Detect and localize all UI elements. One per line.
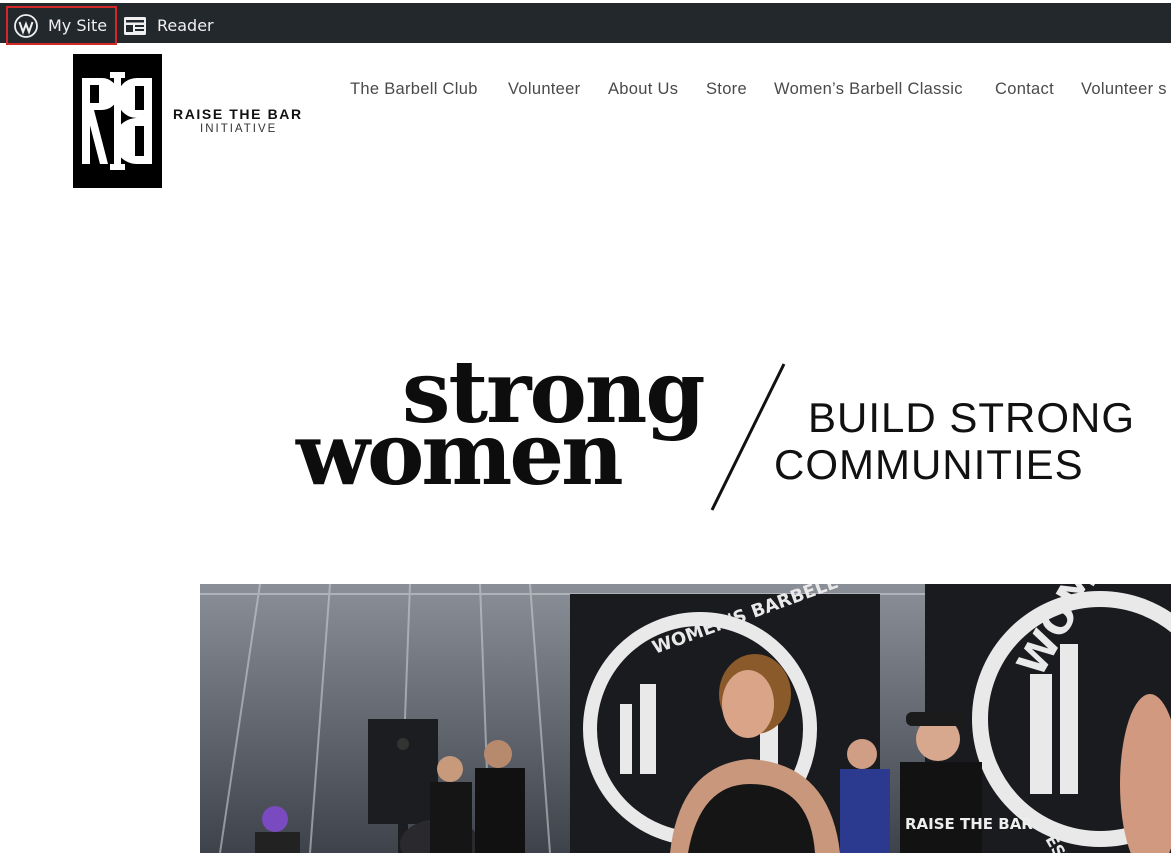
site-logo[interactable] (73, 54, 162, 188)
hero-line-build-strong: BUILD STRONG (808, 394, 1136, 441)
reader-button[interactable]: Reader (123, 6, 214, 45)
logo-title[interactable]: RAISE THE BAR (173, 106, 303, 122)
nav-item-barbell-club[interactable]: The Barbell Club (350, 80, 478, 99)
reader-icon (124, 16, 146, 35)
reader-label: Reader (157, 16, 214, 35)
wordpress-icon (14, 13, 38, 38)
nav-item-volunteer[interactable]: Volunteer (508, 80, 580, 99)
nav-item-volunteer-signup[interactable]: Volunteer s (1081, 80, 1167, 99)
nav-item-about-us[interactable]: About Us (608, 80, 678, 99)
rtb-monogram-icon (73, 54, 162, 188)
event-photo-illustration: WOMEN'S BARBELL WOM EST RAISE THE BAR (200, 584, 1171, 853)
admin-bar: My Site Reader (0, 0, 1171, 45)
nav-item-contact[interactable]: Contact (995, 80, 1054, 99)
shirt-text: RAISE THE BAR (905, 815, 1033, 833)
my-site-label: My Site (48, 16, 108, 35)
hero-line-communities: COMMUNITIES (774, 441, 1084, 488)
nav-item-store[interactable]: Store (706, 80, 747, 99)
logo-subtitle[interactable]: INITIATIVE (200, 123, 277, 135)
nav-item-womens-barbell-classic[interactable]: Women’s Barbell Classic (774, 80, 963, 99)
my-site-button[interactable]: My Site (6, 6, 117, 45)
hero-tagline: strong women BUILD STRONG COMMUNITIES (290, 350, 1171, 515)
hero-word-women: women (296, 404, 624, 505)
slash-divider (710, 363, 786, 511)
hero-photo: WOMEN'S BARBELL WOM EST RAISE THE BAR (200, 584, 1171, 853)
